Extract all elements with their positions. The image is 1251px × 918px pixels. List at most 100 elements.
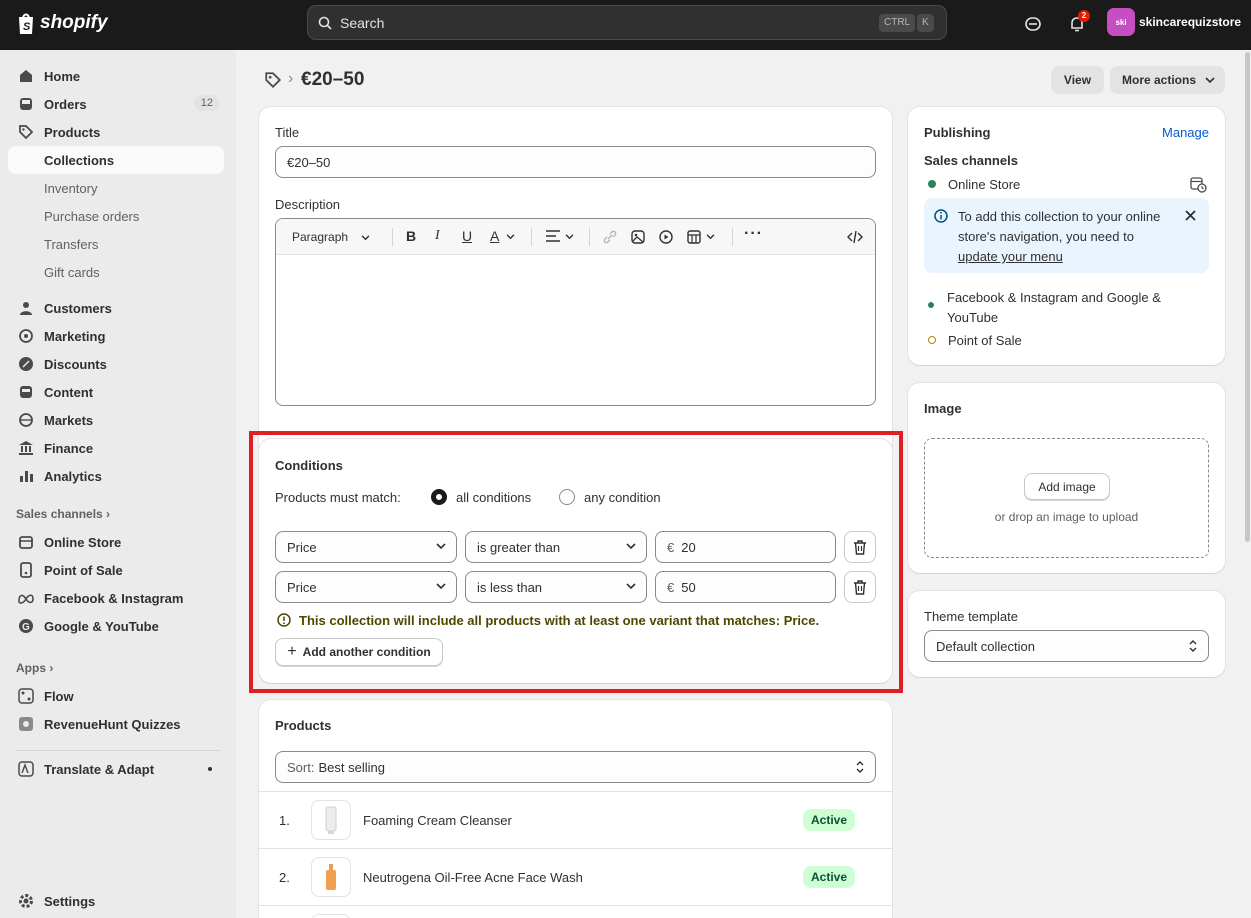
search-placeholder: Search: [340, 14, 385, 31]
table-row[interactable]: 2. Neutrogena Oil-Free Acne Face Wash Ac…: [259, 848, 892, 905]
add-condition-button[interactable]: + Add another condition: [275, 638, 443, 666]
condition-operator-select[interactable]: is less than: [465, 571, 647, 603]
warning-icon: [277, 613, 291, 627]
avatar[interactable]: ski: [1107, 8, 1135, 36]
sidebar-item-inventory[interactable]: Inventory: [8, 174, 224, 202]
code-view-icon[interactable]: [847, 230, 863, 244]
sidebar-item-gift-cards[interactable]: Gift cards: [8, 258, 224, 286]
sidebar-item-products[interactable]: Products: [8, 118, 224, 146]
sidebar-item-label: RevenueHunt Quizzes: [44, 716, 181, 732]
select-value: is less than: [477, 579, 543, 595]
product-index: 2.: [279, 869, 290, 885]
sidebar-item-analytics[interactable]: Analytics: [8, 462, 224, 490]
sidebar-channel-google[interactable]: G Google & YouTube: [8, 612, 224, 640]
more-options-icon[interactable]: ···: [744, 225, 763, 243]
align-icon[interactable]: [546, 230, 560, 243]
calendar-clock-icon[interactable]: [1190, 176, 1207, 193]
search-bar[interactable]: Search CTRL K: [307, 5, 947, 40]
pos-icon: [20, 562, 32, 578]
breadcrumb-separator: ›: [288, 70, 294, 87]
product-thumbnail: [311, 857, 351, 897]
image-icon: [20, 386, 32, 398]
sidebar-item-home[interactable]: Home: [8, 62, 224, 90]
person-icon: [20, 302, 32, 315]
home-icon: [20, 70, 32, 82]
sidebar-item-collections[interactable]: Collections: [8, 146, 224, 174]
sidebar-channel-facebook[interactable]: Facebook & Instagram: [8, 584, 224, 612]
add-image-button[interactable]: Add image: [1024, 473, 1110, 500]
conditions-card: Conditions Products must match: all cond…: [259, 439, 892, 683]
image-dropzone[interactable]: Add image or drop an image to upload: [924, 438, 1209, 558]
product-name[interactable]: Foaming Cream Cleanser: [363, 813, 512, 828]
status-badge: Active: [803, 809, 856, 831]
select-value: Price: [287, 539, 317, 555]
sales-channels-heading[interactable]: Sales channels ›: [16, 507, 110, 521]
page-title: €20–50: [301, 69, 365, 90]
product-bottle-image: [326, 864, 336, 890]
italic-icon[interactable]: I: [435, 228, 440, 244]
scrollbar[interactable]: [1245, 52, 1250, 542]
sidebar-item-purchase-orders[interactable]: Purchase orders: [8, 202, 224, 230]
toolbar-divider: [392, 228, 393, 246]
sidebar-channel-pos[interactable]: Point of Sale: [8, 556, 224, 584]
sidebar-item-settings[interactable]: Settings: [8, 887, 224, 915]
more-actions-button[interactable]: More actions: [1110, 66, 1225, 94]
bank-icon: [19, 441, 33, 455]
condition-field-select[interactable]: Price: [275, 531, 457, 563]
sidebar-app-translate[interactable]: Translate & Adapt: [8, 755, 224, 783]
any-condition-radio[interactable]: [559, 489, 575, 505]
all-conditions-radio[interactable]: [431, 489, 447, 505]
chevron-down-icon: [436, 583, 446, 590]
theme-template-select[interactable]: Default collection: [924, 630, 1209, 662]
bold-icon[interactable]: B: [406, 228, 416, 244]
all-conditions-label[interactable]: all conditions: [456, 490, 531, 505]
update-menu-link[interactable]: update your menu: [958, 249, 1063, 264]
condition-field-select[interactable]: Price: [275, 571, 457, 603]
sidebar-item-orders[interactable]: Orders 12: [8, 90, 224, 118]
condition-value-input[interactable]: € 20: [655, 531, 836, 563]
condition-operator-select[interactable]: is greater than: [465, 531, 647, 563]
link-icon[interactable]: [603, 230, 617, 244]
channel-fb-google: Facebook & Instagram and Google & YouTub…: [947, 290, 1161, 325]
sort-select[interactable]: Sort: Best selling: [275, 751, 876, 783]
sidekick-icon[interactable]: [1022, 13, 1044, 35]
paragraph-dropdown[interactable]: Paragraph: [292, 230, 370, 244]
close-icon[interactable]: [1185, 210, 1196, 221]
delete-condition-button[interactable]: [844, 571, 876, 603]
store-name[interactable]: skincarequizstore: [1139, 15, 1241, 29]
product-name[interactable]: Neutrogena Oil-Free Acne Face Wash: [363, 870, 583, 885]
status-badge: Active: [803, 866, 856, 888]
video-icon[interactable]: [659, 230, 673, 244]
text-color-icon[interactable]: A: [490, 228, 499, 244]
sort-value: Best selling: [318, 759, 385, 775]
table-row[interactable]: 1. Foaming Cream Cleanser Active: [259, 791, 892, 848]
sidebar-item-discounts[interactable]: Discounts: [8, 350, 224, 378]
underline-icon[interactable]: U: [462, 228, 472, 244]
sidebar-item-markets[interactable]: Markets: [8, 406, 224, 434]
sidebar-app-flow[interactable]: Flow: [8, 682, 224, 710]
manage-link[interactable]: Manage: [1162, 125, 1209, 140]
view-button[interactable]: View: [1051, 66, 1104, 94]
sidebar-item-customers[interactable]: Customers: [8, 294, 224, 322]
details-card: Title €20–50 Description Paragraph B I U…: [259, 107, 892, 471]
sidebar-channel-online-store[interactable]: Online Store: [8, 528, 224, 556]
sidebar-item-transfers[interactable]: Transfers: [8, 230, 224, 258]
notification-badge: 2: [1078, 10, 1090, 22]
title-input[interactable]: €20–50: [275, 146, 876, 178]
delete-condition-button[interactable]: [844, 531, 876, 563]
condition-value-input[interactable]: € 50: [655, 571, 836, 603]
shortcut-ctrl: CTRL: [879, 14, 916, 32]
sidebar-item-finance[interactable]: Finance: [8, 434, 224, 462]
image-insert-icon[interactable]: [631, 230, 645, 244]
apps-heading[interactable]: Apps ›: [16, 661, 53, 675]
shopify-logo[interactable]: S shopify: [16, 11, 108, 35]
sidebar-item-marketing[interactable]: Marketing: [8, 322, 224, 350]
sidebar-item-content[interactable]: Content: [8, 378, 224, 406]
table-row[interactable]: [259, 905, 892, 918]
table-icon[interactable]: [687, 230, 701, 244]
any-condition-label[interactable]: any condition: [584, 490, 661, 505]
sidebar-app-revenuehunt[interactable]: RevenueHunt Quizzes: [8, 710, 224, 738]
collection-tag-icon[interactable]: [264, 71, 282, 89]
description-editor[interactable]: Paragraph B I U A ···: [275, 218, 876, 406]
sales-channels-label: Sales channels: [924, 153, 1018, 168]
